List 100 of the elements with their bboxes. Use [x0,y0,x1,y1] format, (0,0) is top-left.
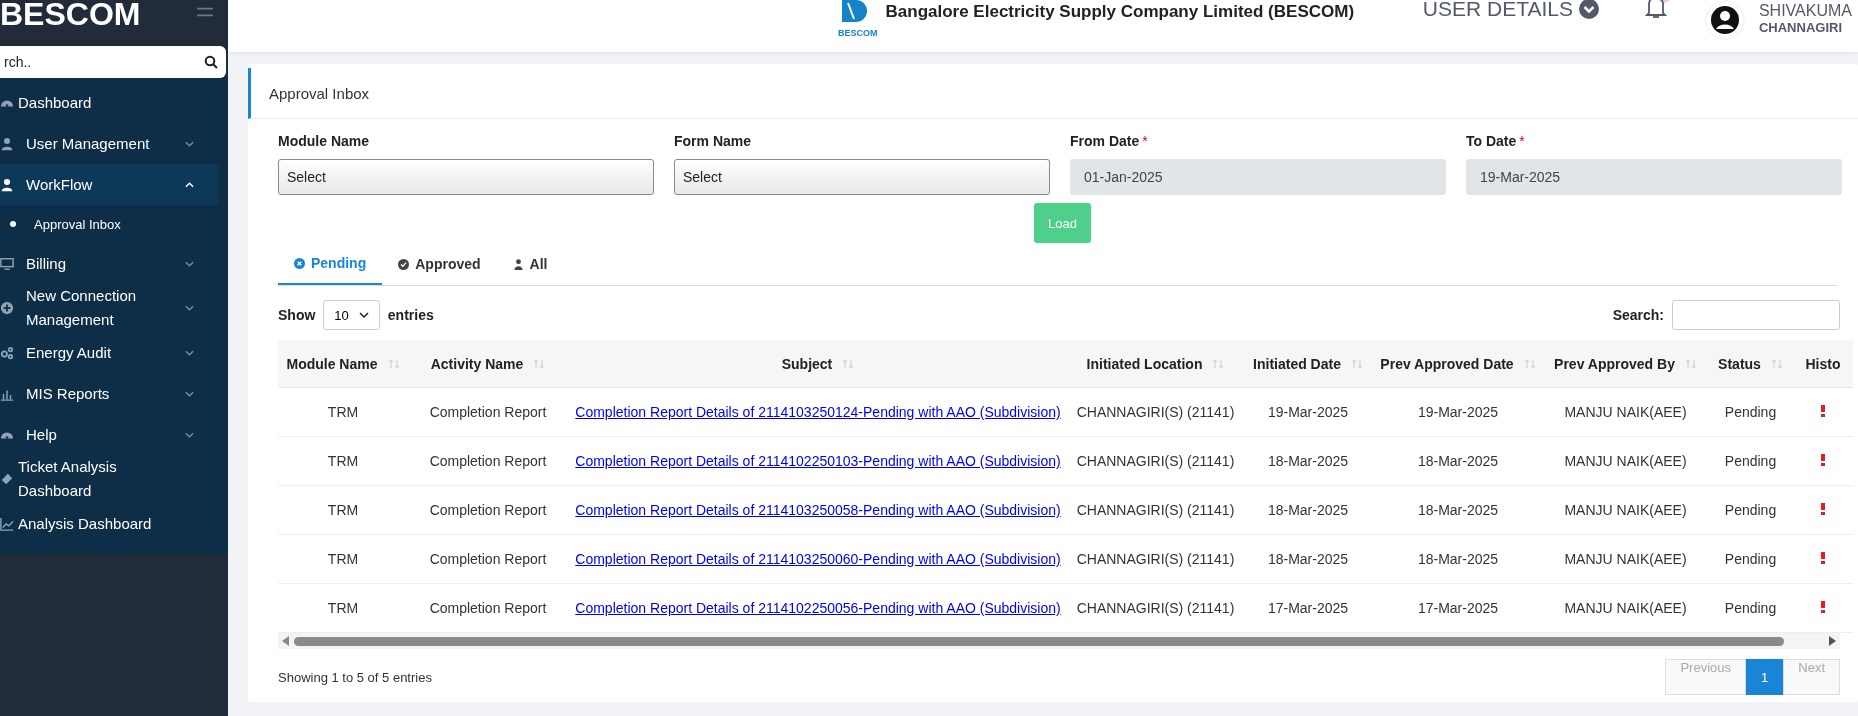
table-cell: 18-Mar-2025 [1417,453,1499,469]
pagination-button[interactable]: 1 [1746,659,1784,695]
table-cell: MANJU NAIK(AEE) [1564,502,1687,518]
date-field[interactable]: 01-Jan-2025 [1070,159,1446,195]
sidebar-item[interactable]: Dashboard [0,82,218,123]
sidebar-search-field[interactable]: rch.. [0,46,226,78]
field-label: To Date [1466,133,1517,149]
table-cell: 18-Mar-2025 [1267,502,1349,518]
table-cell: Pending [1724,453,1777,469]
history-icon[interactable] [1821,503,1825,515]
table-search-field[interactable] [1672,300,1840,330]
table-cell: 18-Mar-2025 [1417,551,1499,567]
table-cell: Completion Report [429,551,547,567]
line-chart-icon [0,516,14,531]
sidebar-subitem[interactable]: Approval Inbox [0,205,228,243]
x-circle-icon [294,257,305,269]
table-cell: 18-Mar-2025 [1267,551,1349,567]
select-field[interactable]: Select [278,159,654,195]
sidebar-item[interactable]: Ticket Analysis Dashboard [0,455,218,503]
search-label: Search: [1612,307,1664,323]
subject-link[interactable]: Completion Report Details of 2114102250056-Pending with AAO (Subdivision) [575,600,1061,616]
table-cell: 19-Mar-2025 [1417,404,1499,420]
monitor-icon [0,256,14,271]
horizontal-scrollbar[interactable] [278,633,1840,649]
sidebar-item[interactable]: New Connection Management [0,284,218,332]
table-cell: MANJU NAIK(AEE) [1564,453,1687,469]
column-header[interactable]: Subject [781,355,833,372]
table-cell: CHANNAGIRI(S) (21141) [1076,453,1235,469]
page-length-select[interactable]: 10 [323,300,380,330]
table-cell: Completion Report [429,453,547,469]
user-name: SHIVAKUMA [1758,2,1852,20]
table-cell: 17-Mar-2025 [1417,600,1499,616]
history-icon[interactable] [1821,454,1825,466]
subject-link[interactable]: Completion Report Details of 2114103250058-Pending with AAO (Subdivision) [575,502,1061,518]
column-header[interactable]: Status [1718,355,1761,372]
table-cell: 18-Mar-2025 [1267,453,1349,469]
sidebar-item[interactable]: Energy Audit [0,332,218,373]
scroll-right-icon[interactable] [1828,636,1836,646]
history-icon[interactable] [1821,601,1825,613]
table-cell: TRM [327,551,359,567]
company-title: Bangalore Electricity Supply Company Limited (BESCOM) [885,2,1355,22]
required-mark: * [1142,133,1148,149]
menu-icon[interactable] [196,6,214,18]
table-cell: CHANNAGIRI(S) (21141) [1076,551,1235,567]
table-cell: CHANNAGIRI(S) (21141) [1076,502,1235,518]
sidebar-item[interactable]: Analysis Dashboard [0,503,218,544]
page-title: Approval Inbox [269,84,370,102]
history-icon[interactable] [1821,405,1825,417]
user-icon [0,177,14,192]
required-mark: * [1519,133,1525,149]
tab[interactable]: Approved [382,245,497,285]
sidebar-item[interactable]: User Management [0,123,218,164]
subject-link[interactable]: Completion Report Details of 2114103250124-Pending with AAO (Subdivision) [575,404,1061,420]
entries-label: entries [387,307,434,323]
field-label: Module Name [278,133,369,149]
table-info: Showing 1 to 5 of 5 entries [278,669,432,685]
table-cell: TRM [327,453,359,469]
company-logo-text: BESCOM [838,28,878,38]
user-icon [512,258,524,270]
gears-icon [0,345,14,360]
table-cell: MANJU NAIK(AEE) [1564,551,1687,567]
tab[interactable]: Pending [278,245,383,285]
check-circle-icon [398,258,410,270]
table-cell: TRM [327,502,359,518]
table-cell: 19-Mar-2025 [1267,404,1349,420]
table-cell: Completion Report [429,600,547,616]
table-cell: CHANNAGIRI(S) (21141) [1076,600,1235,616]
table-cell: CHANNAGIRI(S) (21141) [1076,404,1235,420]
search-icon [204,55,218,69]
user-details-button[interactable]: USER DETAILS [1422,0,1599,21]
show-label: Show [278,307,316,323]
table-cell: 18-Mar-2025 [1417,502,1499,518]
sidebar-item[interactable]: Billing [0,243,218,284]
sidebar-item[interactable]: Help [0,414,218,455]
table-cell: 17-Mar-2025 [1267,600,1349,616]
tab[interactable]: All [496,245,564,285]
table-cell: TRM [327,600,359,616]
brand-logo-text: BESCOM [0,0,141,30]
table-cell: Completion Report [429,404,547,420]
subject-link[interactable]: Completion Report Details of 2114102250103-Pending with AAO (Subdivision) [575,453,1061,469]
table-cell: MANJU NAIK(AEE) [1564,600,1687,616]
table-cell: MANJU NAIK(AEE) [1564,404,1687,420]
select-field[interactable]: Select [674,159,1050,195]
scroll-left-icon[interactable] [282,636,290,646]
table-cell: TRM [327,404,359,420]
user-icon [0,136,14,151]
sidebar-item[interactable]: MIS Reports [0,373,218,414]
table-cell: Pending [1724,600,1777,616]
subject-link[interactable]: Completion Report Details of 2114103250060-Pending with AAO (Subdivision) [575,551,1061,567]
table-cell: Pending [1724,404,1777,420]
field-label: From Date [1070,133,1140,149]
date-field[interactable]: 19-Mar-2025 [1466,159,1842,195]
chevron-down-icon [358,312,369,318]
user-location: CHANNAGIRI [1758,20,1843,35]
table-cell: Completion Report [429,502,547,518]
bullet-icon [10,221,16,227]
table-cell: Pending [1724,551,1777,567]
table-cell: Pending [1724,502,1777,518]
history-icon[interactable] [1821,552,1825,564]
sidebar-item[interactable]: WorkFlow [0,164,218,205]
